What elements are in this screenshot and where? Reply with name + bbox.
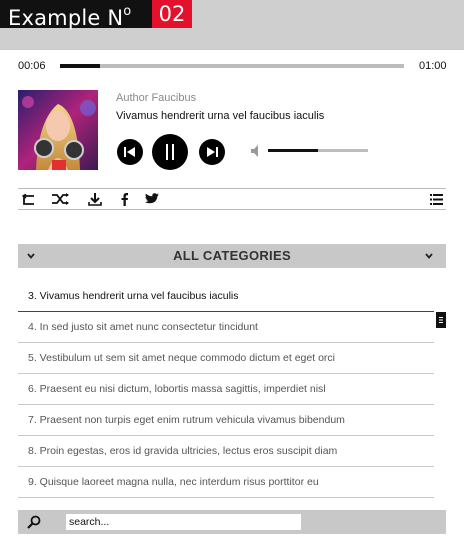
track-author: Author Faucibus [116,92,197,104]
search-bar [18,510,446,534]
prev-icon [124,147,135,157]
search-input[interactable] [66,514,301,530]
categories-dropdown[interactable]: ALL CATEGORIES [18,244,446,268]
title-text: Example N [8,6,124,30]
time-total: 01:00 [419,60,447,72]
pause-button[interactable] [152,134,188,170]
next-icon [207,147,218,157]
facebook-icon[interactable] [119,192,129,206]
categories-label: ALL CATEGORIES [173,248,291,263]
twitter-icon[interactable] [145,192,159,206]
player-toolbar [18,188,446,210]
playlist-item[interactable]: 7. Praesent non turpis eget enim rutrum … [18,405,434,436]
track-title: Vivamus hendrerit urna vel faucibus iacu… [116,110,325,122]
time-current: 00:06 [18,60,46,72]
previous-button[interactable] [117,139,143,165]
volume-fill [268,149,318,152]
title-number: 02 [152,0,192,28]
title-sup: o [123,4,132,19]
speaker-icon[interactable] [251,145,261,157]
page-title: Example No [0,0,152,30]
album-cover [18,90,98,170]
header-bar: Example No 02 [0,0,464,50]
playlist-item[interactable]: 8. Proin egestas, eros id gravida ultric… [18,436,434,467]
playlist-scrollbar[interactable] [436,312,446,328]
repeat-icon[interactable] [21,192,35,206]
volume-slider[interactable] [268,149,368,152]
playlist-icon[interactable] [430,192,443,206]
playlist-item-active[interactable]: 3. Vivamus hendrerit urna vel faucibus i… [18,281,434,312]
playlist-item[interactable]: 4. In sed justo sit amet nunc consectetu… [18,312,434,343]
chevron-down-icon [425,253,433,259]
pause-icon [166,144,174,160]
playlist-item[interactable]: 5. Vestibulum ut sem sit amet neque comm… [18,343,434,374]
playlist-item[interactable]: 6. Praesent eu nisi dictum, lobortis mas… [18,374,434,405]
playlist-item[interactable]: 9. Quisque laoreet magna nulla, nec inte… [18,467,434,498]
download-icon[interactable] [88,192,102,206]
next-button[interactable] [199,139,225,165]
search-icon [27,515,41,529]
progress-bar[interactable] [60,64,404,68]
playlist: 3. Vivamus hendrerit urna vel faucibus i… [18,281,434,498]
shuffle-icon[interactable] [52,192,70,206]
progress-fill [60,64,100,68]
